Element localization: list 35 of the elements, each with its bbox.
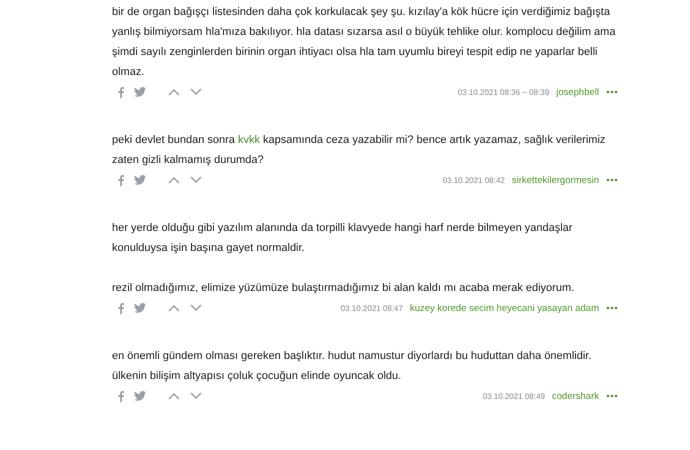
bird-icon[interactable] [134,87,146,97]
author-link[interactable]: sirkettekilergormesin [512,174,599,186]
author-link[interactable]: kuzey korede secim heyecani yasayan adam [410,302,599,314]
upvote-icon[interactable] [168,392,180,400]
upvote-icon[interactable] [168,304,180,312]
entry-text: ülkenin bilişim altyapısı çoluk çocuğun elinde oyuncak oldu. [112,369,402,384]
bird-icon[interactable] [134,175,146,185]
more-icon[interactable] [606,394,618,398]
bird-icon[interactable] [134,303,146,313]
downvote-icon[interactable] [190,392,202,400]
facebook-icon[interactable] [118,174,124,186]
downvote-icon[interactable] [190,176,202,184]
downvote-icon[interactable] [190,88,202,96]
author-link[interactable]: codershark [552,390,599,402]
bird-icon[interactable] [134,391,146,401]
entry-date[interactable]: 03.10.2021 08:42 [442,176,505,184]
entry-text: her yerde olduğu gibi yazılım alanında da torpilli klavyede hangi harf nerde bilmeyen yandaşlar konulduysa işin başına gayet normaldir. [112,221,574,256]
entry-text: en önemli gündem olması gereken başlıktır. hudut namustur diyorlardı bu huduttan daha önemlidir. [112,349,592,364]
entry-date[interactable]: 03.10.2021 08:36 ~ 08:39 [458,88,550,96]
entry-text: rezil olmadığımız, elimize yüzümüze bulaştırmadığımız bi alan kaldı mı acaba merak ediyorum. [112,281,576,296]
more-icon[interactable] [606,90,618,94]
facebook-icon[interactable] [118,86,124,98]
entry-text: peki devlet bundan sonra kvkk kapsamında ceza yazabilir mi? bence artık yazamaz, sağlık verilerimiz zaten gizli kalmamış durumda? [112,133,606,168]
upvote-icon[interactable] [168,176,180,184]
entry-text: bir de organ bağışçı listesinden daha çok korkulacak şey şu. kızılay'a kök hücre için verdiğimiz bağışta yanlış bilmiyorsam hla'mıza bakılıyor. hla datası sızarsa asıl o büyük tehlike olur. komplocu değilim ama şimdi sayılı zenginlerden birinin organ ihtiyacı olsa hla tam uyumlu bireyi tespit edip ne yaparlar belli olmaz. [112,5,616,80]
downvote-icon[interactable] [190,304,202,312]
facebook-icon[interactable] [118,302,124,314]
upvote-icon[interactable] [168,88,180,96]
facebook-icon[interactable] [118,390,124,402]
more-icon[interactable] [606,306,618,310]
author-link[interactable]: josephbell [556,86,599,98]
entry-date[interactable]: 03.10.2021 08:49 [482,392,545,400]
entry-link[interactable]: kvkk [238,134,260,146]
entry-date[interactable]: 03.10.2021 08:47 [340,304,403,312]
more-icon[interactable] [606,178,618,182]
